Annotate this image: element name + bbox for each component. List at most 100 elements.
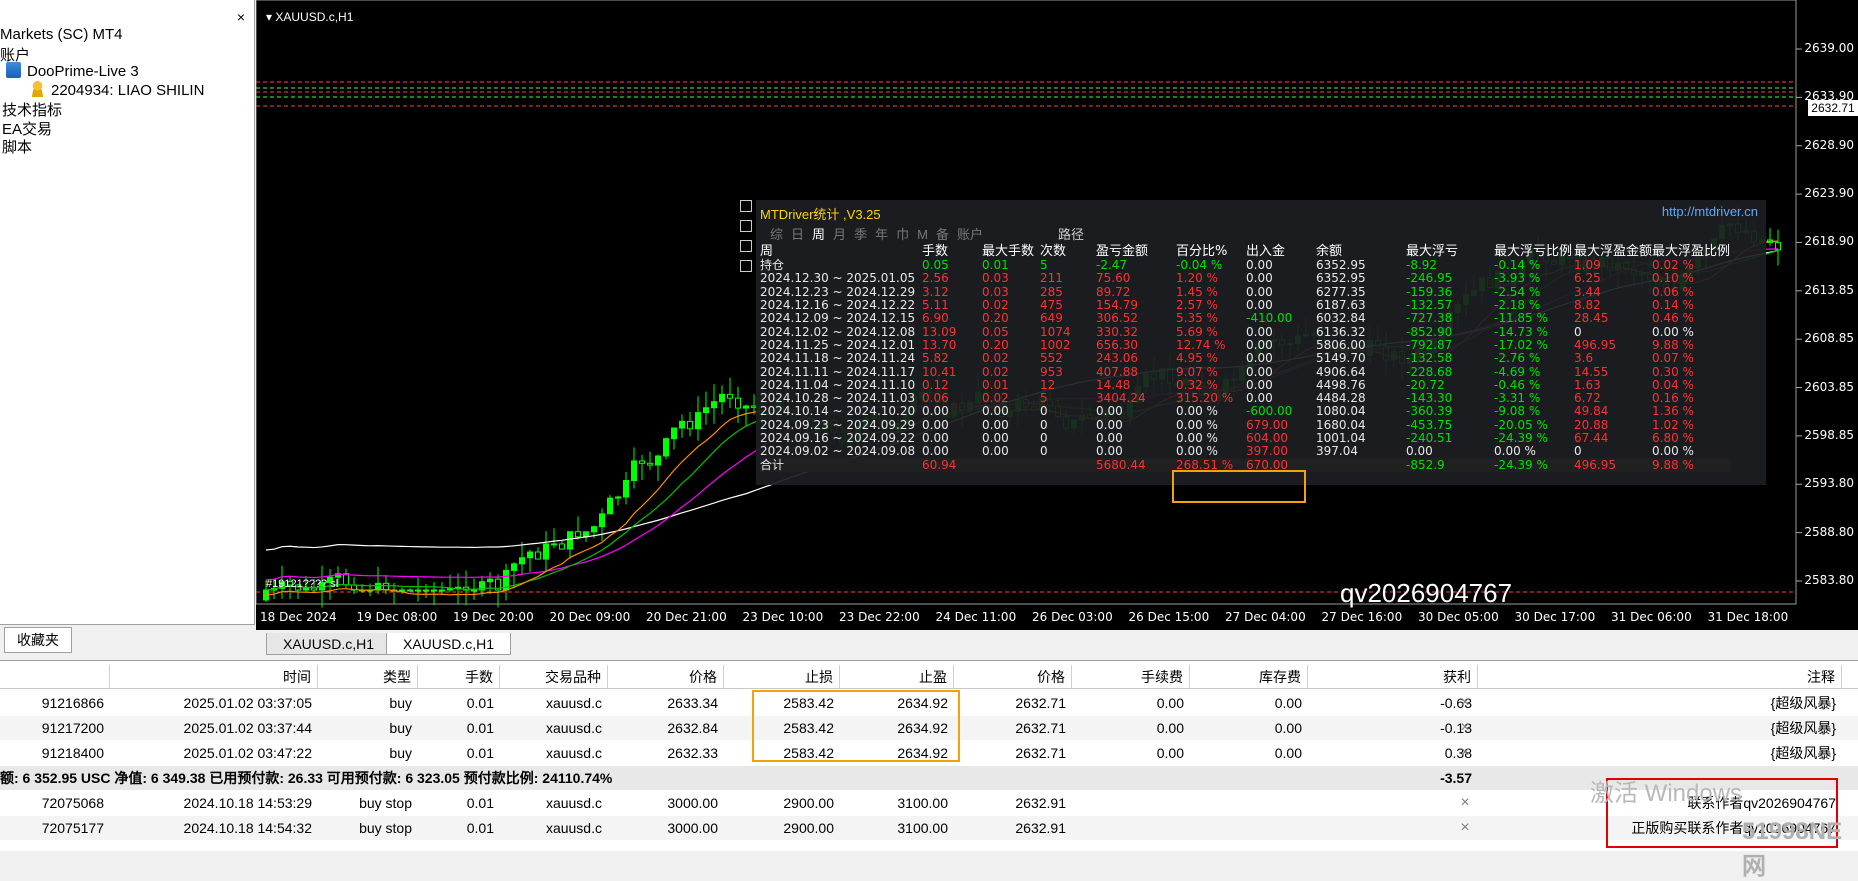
mtd-cell: 14.55 — [1574, 364, 1609, 379]
nav-item-server[interactable]: DooPrime-Live 3 — [6, 62, 139, 80]
mtd-cell: 679.00 — [1246, 417, 1288, 432]
column-header[interactable]: 库存费 — [1190, 665, 1308, 689]
table-row[interactable]: 72075068 2024.10.18 14:53:29 buy stop 0.01 x… — [0, 791, 1858, 815]
table-cell: 0.38 — [1444, 745, 1472, 761]
checkbox-icon[interactable] — [740, 220, 752, 232]
mtd-cell: 2024.12.16 ~ 2024.12.22 — [760, 298, 916, 313]
column-header[interactable]: 交易品种 — [500, 665, 608, 689]
mtd-tab[interactable]: 账户 — [957, 227, 983, 242]
table-cell — [1072, 816, 1190, 840]
column-header[interactable]: 手续费 — [1072, 665, 1190, 689]
column-header[interactable]: 止损 — [724, 665, 840, 689]
column-header[interactable] — [0, 665, 110, 689]
mtd-cell: 0.02 % — [1652, 258, 1694, 273]
candle-body — [423, 589, 429, 592]
mtd-tab[interactable]: 年 — [875, 227, 888, 242]
table-row[interactable]: 72075177 2024.10.18 14:54:32 buy stop 0.01 x… — [0, 816, 1858, 840]
mtd-cell: 5.82 — [922, 351, 949, 366]
candle-body — [671, 427, 677, 440]
mtd-tab[interactable]: 季 — [854, 227, 867, 242]
mtd-cell: -727.38 — [1406, 311, 1453, 326]
candle-body — [559, 543, 565, 550]
mtd-cell: 0 — [1574, 444, 1582, 459]
mtd-cell: -0.04 % — [1176, 258, 1223, 273]
mtd-column-header: 最大浮盈金额 — [1574, 244, 1653, 259]
close-order-icon[interactable]: × — [1458, 791, 1472, 815]
nav-item-account-login[interactable]: 2204934: LIAO SHILIN — [30, 81, 204, 99]
mtd-cell: 0.00 — [1096, 417, 1123, 432]
time-tick-label: 31 Dec 06:00 — [1611, 610, 1692, 624]
candle-body — [743, 405, 749, 409]
favorites-tab[interactable]: 收藏夹 — [4, 627, 72, 653]
column-header[interactable]: 止盈 — [840, 665, 954, 689]
column-header[interactable]: 注释 — [1478, 665, 1842, 689]
nav-item-scripts[interactable]: 脚本 — [2, 136, 32, 157]
close-order-icon[interactable]: × — [1458, 816, 1472, 840]
mtd-cell: 0.02 — [982, 391, 1009, 406]
mtd-cell: 14.48 — [1096, 377, 1131, 392]
mtdriver-stats-panel[interactable]: MTDriver统计 ,V3.25 http://mtdriver.cn 综日周… — [756, 200, 1766, 608]
mtd-row: 2024.10.14 ~ 2024.10.20 0.00 0.00 0 0.00 0.00… — [760, 405, 1730, 418]
total-profit: -3.57 — [1440, 770, 1472, 786]
close-order-icon[interactable]: × — [1458, 716, 1472, 740]
mtd-cell: 0.00 — [1246, 324, 1273, 339]
mtd-tab[interactable]: 备 — [936, 227, 949, 242]
column-header[interactable]: 类型 — [318, 665, 418, 689]
mtd-cell: 6136.32 — [1316, 324, 1366, 339]
mtd-cell: 0.00 % — [1176, 444, 1218, 459]
time-tick-label: 23 Dec 10:00 — [742, 610, 824, 624]
mtd-cell: -11.85 % — [1494, 311, 1548, 326]
minimize-icon[interactable] — [740, 200, 752, 212]
candle-body — [655, 455, 661, 466]
mtd-cell: 0.10 % — [1652, 271, 1694, 286]
checkbox-icon[interactable] — [740, 240, 752, 252]
watermark-text: qv2026904767 — [1340, 578, 1513, 608]
mtd-cell: -24.39 % — [1494, 457, 1548, 472]
mtd-cell: 3.6 — [1574, 351, 1594, 366]
table-cell: 3000.00 — [667, 820, 718, 836]
mtd-url-link[interactable]: http://mtdriver.cn — [1662, 204, 1758, 219]
mtd-cell: -246.95 — [1406, 271, 1453, 286]
mtd-tab[interactable]: M — [917, 227, 928, 242]
mtd-tab[interactable]: 月 — [833, 227, 846, 242]
mtd-cell: 0.20 — [982, 337, 1009, 352]
time-tick-label: 27 Dec 16:00 — [1321, 610, 1403, 624]
mtd-path-button[interactable]: 路径 — [1058, 224, 1084, 243]
mtd-tab[interactable]: 综 — [770, 227, 783, 242]
candle-body — [711, 401, 717, 409]
column-header[interactable]: 时间 — [110, 665, 318, 689]
mtd-tab[interactable]: 周 — [812, 227, 825, 242]
table-cell: 2632.91 — [1015, 820, 1066, 836]
nav-label: 脚本 — [2, 139, 33, 156]
close-order-icon[interactable]: × — [1458, 741, 1472, 765]
nav-item-markets[interactable]: Markets (SC) MT4 — [0, 26, 123, 43]
mtd-cell: -20.05 % — [1494, 417, 1548, 432]
table-cell: buy — [389, 745, 412, 761]
mtd-cell: -360.39 — [1406, 404, 1453, 419]
mtd-cell: 0.00 % — [1176, 417, 1218, 432]
table-cell: 72075068 — [41, 795, 104, 811]
mtd-cell: 0.00 — [1096, 431, 1123, 445]
close-order-icon[interactable]: × — [1458, 691, 1472, 715]
nav-item-indicators[interactable]: 技术指标 — [2, 99, 62, 120]
table-cell: 0.01 — [466, 795, 494, 811]
column-header[interactable]: 价格 — [954, 665, 1072, 689]
candle-body — [663, 438, 669, 457]
close-icon[interactable]: × — [232, 8, 250, 26]
mtd-tab[interactable]: 日 — [791, 227, 804, 242]
mtd-tab[interactable]: 巾 — [896, 227, 909, 242]
column-header[interactable]: 获利 — [1308, 665, 1478, 689]
mtd-cell: 1.20 % — [1176, 271, 1218, 286]
column-header[interactable]: 价格 — [608, 665, 724, 689]
chart-tab-active[interactable]: XAUUSD.c,H1 — [386, 633, 512, 655]
candle-body — [567, 531, 573, 550]
price-chart[interactable]: ▾ XAUUSD.c,H1 2639.00 2633.90 2628.90 2623.… — [256, 0, 1858, 630]
mtd-cell: 2.57 % — [1176, 298, 1218, 313]
column-header[interactable]: 手数 — [418, 665, 500, 689]
chart-symbol: XAUUSD.c,H1 — [275, 10, 354, 24]
table-cell — [1190, 816, 1308, 840]
mtd-cell: 496.95 — [1574, 337, 1616, 352]
chart-tab[interactable]: XAUUSD.c,H1 — [266, 633, 392, 655]
help-icon[interactable] — [740, 260, 752, 272]
mtd-cell: -159.36 — [1406, 284, 1453, 299]
